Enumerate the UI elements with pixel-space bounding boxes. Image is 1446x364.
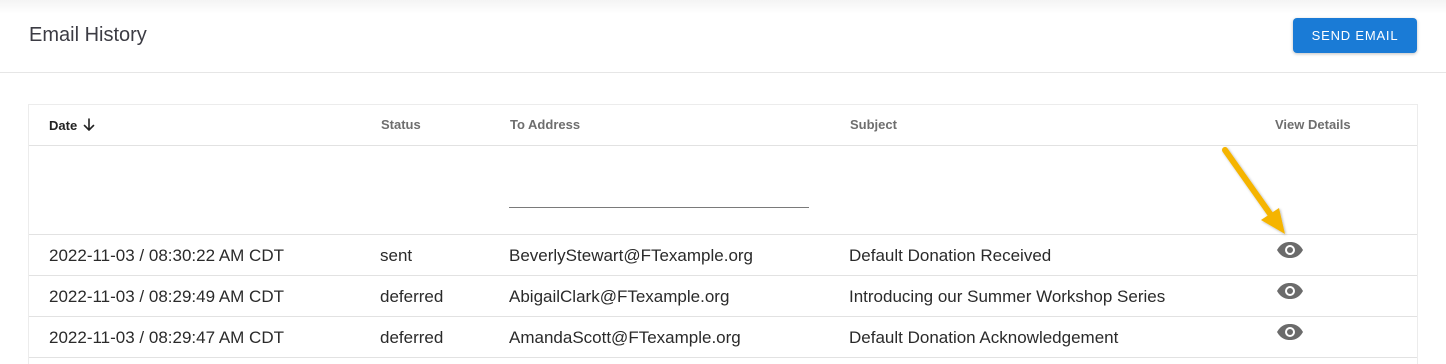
row-date: 2022-11-03 / 08:30:22 AM CDT — [49, 246, 284, 265]
annotation-arrow-icon — [1222, 147, 1285, 234]
row-status: deferred — [380, 328, 444, 347]
column-header-status[interactable]: Status — [381, 117, 421, 132]
to-address-filter-input[interactable] — [509, 186, 809, 208]
column-header-to-address[interactable]: To Address — [510, 117, 580, 132]
table-header-row: Date Status To Address Subject View Deta… — [29, 105, 1417, 146]
row-subject: Default Donation Received — [849, 246, 1052, 265]
column-header-subject[interactable]: Subject — [850, 117, 897, 132]
eye-icon[interactable] — [1275, 280, 1305, 302]
row-to-address: AbigailClark@FTexample.org — [509, 287, 730, 306]
email-history-table: Date Status To Address Subject View Deta… — [28, 104, 1418, 364]
page-title: Email History — [29, 24, 147, 46]
filter-row — [29, 146, 1417, 235]
eye-icon[interactable] — [1275, 239, 1305, 261]
row-status: deferred — [380, 287, 444, 306]
row-to-address: BeverlyStewart@FTexample.org — [509, 246, 754, 265]
column-header-date-label: Date — [49, 117, 78, 133]
table-row: 2022-11-03 / 08:30:22 AM CDT sent Beverl… — [29, 235, 1417, 276]
row-status: sent — [380, 246, 413, 265]
row-date: 2022-11-03 / 08:29:49 AM CDT — [49, 287, 284, 306]
top-bar: Email History SEND EMAIL — [0, 0, 1446, 73]
table-row: 2022-11-03 / 08:29:49 AM CDT deferred Ab… — [29, 276, 1417, 317]
row-date: 2022-11-03 / 08:29:47 AM CDT — [49, 328, 284, 347]
table-row: 2022-11-03 / 08:29:47 AM CDT deferred Am… — [29, 317, 1417, 358]
eye-icon[interactable] — [1275, 321, 1305, 343]
row-to-address: AmandaScott@FTexample.org — [509, 328, 741, 347]
row-subject: Introducing our Summer Workshop Series — [849, 287, 1166, 306]
column-header-date[interactable]: Date — [49, 117, 97, 133]
row-subject: Default Donation Acknowledgement — [849, 328, 1119, 347]
column-header-view-details: View Details — [1275, 117, 1351, 132]
send-email-button[interactable]: SEND EMAIL — [1293, 18, 1417, 53]
arrow-down-icon — [81, 117, 97, 133]
